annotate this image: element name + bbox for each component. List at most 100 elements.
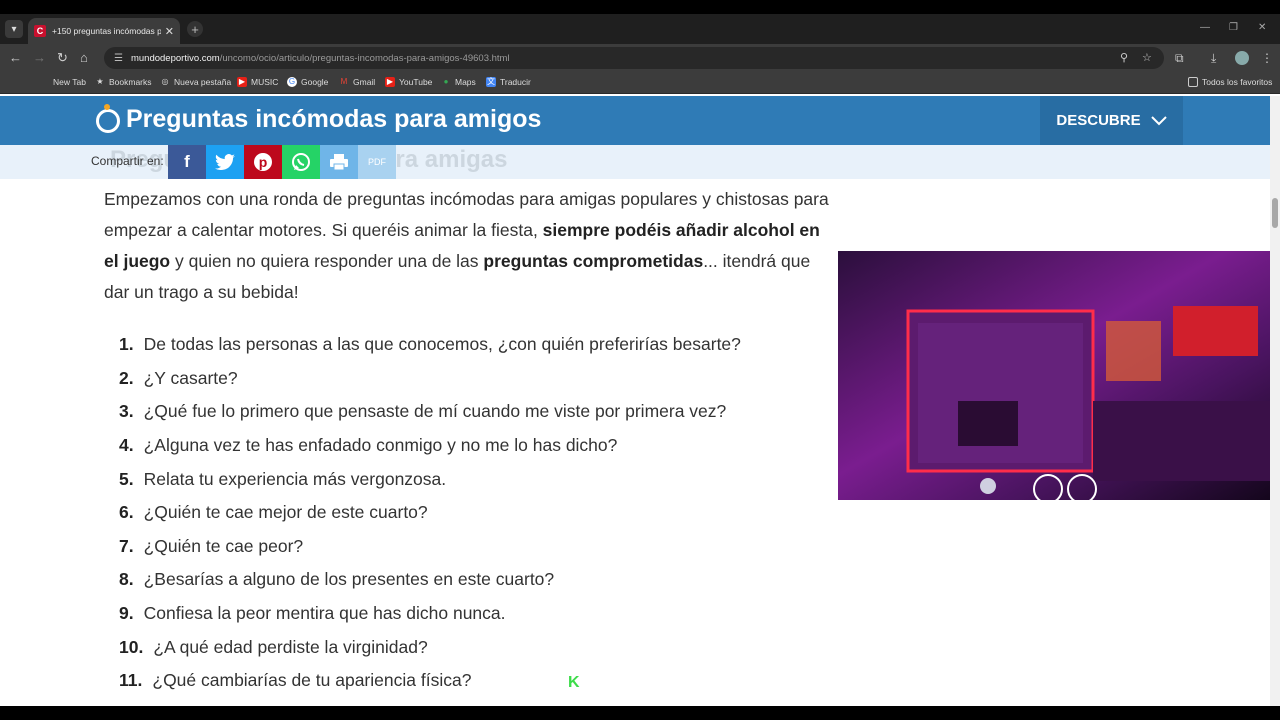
zoom-icon[interactable]: ⚲ — [1120, 51, 1128, 64]
window-close-icon[interactable]: ✕ — [1258, 22, 1266, 33]
question-item: 10. ¿A qué edad perdiste la virginidad? — [119, 630, 819, 664]
question-text: ¿A qué edad perdiste la virginidad? — [153, 636, 428, 657]
question-text: ¿Qué fue lo primero que pensaste de mí c… — [143, 401, 727, 422]
menu-icon[interactable]: ⋮ — [1261, 51, 1273, 65]
bookmarks-bar: New Tab ★ Bookmarks ◎ Nueva pestaña ▶ MUSIC… — [0, 72, 1280, 94]
site-logo-icon[interactable] — [96, 109, 120, 133]
maximize-icon[interactable]: ❐ — [1229, 22, 1238, 33]
youtube-icon: ▶ — [385, 77, 395, 87]
reload-icon[interactable]: ↻ — [57, 50, 68, 66]
question-number: 1. — [119, 334, 134, 355]
pdf-share-button[interactable]: PDF — [358, 145, 396, 179]
logo-dot — [104, 104, 110, 110]
tab-list-icon[interactable]: ▾ — [5, 20, 23, 38]
tab-title: +150 preguntas incómodas para — [52, 26, 161, 36]
site-header: Preguntas incómodas para amigos DESCUBRE — [0, 96, 1270, 145]
back-icon[interactable]: ← — [9, 50, 22, 66]
star-icon[interactable]: ☆ — [1142, 51, 1152, 64]
question-number: 10. — [119, 636, 144, 657]
twitter-share-button[interactable] — [206, 145, 244, 179]
bookmark-label: Traducir — [500, 77, 531, 87]
question-text: Confiesa la peor mentira que has dicho n… — [143, 603, 506, 624]
descubre-label: DESCUBRE — [1056, 112, 1141, 129]
bookmark-google[interactable]: G Google — [287, 77, 328, 87]
question-text: Relata tu experiencia más vergonzosa. — [143, 468, 447, 489]
close-icon[interactable]: ✕ — [165, 25, 174, 38]
bookmark-gmail[interactable]: M Gmail — [339, 77, 376, 87]
question-number: 2. — [119, 367, 134, 388]
question-item: 1. De todas las personas a las que conoce… — [119, 328, 819, 362]
youtube-icon: ▶ — [237, 77, 247, 87]
home-icon[interactable]: ⌂ — [80, 50, 88, 66]
question-text: ¿Quién te cae peor? — [143, 535, 304, 556]
question-item: 11. ¿Qué cambiarías de tu apariencia físi… — [119, 664, 819, 698]
question-list: 1. De todas las personas a las que conoce… — [119, 328, 819, 698]
question-number: 8. — [119, 569, 134, 590]
question-text: De todas las personas a las que conocemo… — [143, 334, 741, 355]
print-share-button[interactable] — [320, 145, 358, 179]
scrollbar-thumb[interactable] — [1272, 198, 1278, 228]
whatsapp-share-button[interactable] — [282, 145, 320, 179]
question-number: 4. — [119, 435, 134, 456]
extensions-icon[interactable]: ⧉ — [1175, 51, 1184, 66]
question-text: ¿Y casarte? — [143, 367, 238, 388]
bookmark-label: Maps — [455, 77, 476, 87]
new-tab-button[interactable]: + — [187, 21, 203, 37]
intro-text: y quien no quiera responder una de las — [170, 251, 484, 271]
question-item: 9. Confiesa la peor mentira que has dicho… — [119, 597, 819, 631]
watermark-logo: K — [568, 674, 580, 691]
article-intro: Empezamos con una ronda de preguntas inc… — [104, 184, 834, 308]
header-title: Preguntas incómodas para amigos — [126, 105, 542, 133]
question-item: 3. ¿Qué fue lo primero que pensaste de mí… — [119, 395, 819, 429]
twitter-icon — [215, 154, 235, 170]
question-text: ¿Alguna vez te has enfadado conmigo y no… — [143, 435, 618, 456]
bookmark-traducir[interactable]: 文 Traducir — [486, 77, 531, 87]
bookmark-music[interactable]: ▶ MUSIC — [237, 77, 278, 87]
descubre-menu-button[interactable]: DESCUBRE — [1040, 96, 1183, 145]
bookmark-label: Gmail — [353, 77, 376, 87]
question-item: 4. ¿Alguna vez te has enfadado conmigo y … — [119, 429, 819, 463]
question-item: 6. ¿Quién te cae mejor de este cuarto? — [119, 496, 819, 530]
browser-tab[interactable]: C +150 preguntas incómodas para ✕ — [28, 18, 180, 44]
question-item: 2. ¿Y casarte? — [119, 362, 819, 396]
site-info-icon[interactable]: ☰ — [114, 53, 123, 64]
bookmark-label: YouTube — [399, 77, 433, 87]
question-item: 7. ¿Quién te cae peor? — [119, 530, 819, 564]
star-icon: ★ — [96, 77, 104, 86]
folder-icon — [1188, 77, 1198, 87]
pinterest-share-button[interactable]: p — [244, 145, 282, 179]
question-number: 5. — [119, 468, 134, 489]
gmail-icon: M — [340, 77, 348, 86]
page-scrollbar[interactable] — [1270, 96, 1280, 706]
bookmark-bookmarks[interactable]: ★ Bookmarks — [95, 77, 151, 87]
bookmark-label: MUSIC — [251, 77, 279, 87]
download-icon[interactable]: ⤓ — [1211, 51, 1216, 66]
share-label: Compartir en: — [91, 154, 164, 168]
translate-icon: 文 — [486, 77, 496, 87]
bookmark-maps[interactable]: ● Maps — [441, 77, 476, 87]
url-host: mundodeportivo.com — [130, 52, 220, 64]
chevron-down-icon — [1150, 115, 1167, 125]
bookmark-label: New Tab — [53, 77, 86, 87]
forward-icon[interactable]: → — [33, 50, 46, 66]
page-content: Preguntas incómodas para amigos DESCUBRE… — [0, 96, 1270, 706]
bookmark-nueva-pestana[interactable]: ◎ Nueva pestaña — [160, 77, 232, 87]
google-icon: G — [287, 77, 297, 87]
map-pin-icon: ● — [443, 77, 449, 86]
browser-window: ▾ C +150 preguntas incómodas para ✕ + — … — [0, 14, 1280, 706]
minimize-icon[interactable]: — — [1200, 22, 1210, 33]
video-player[interactable] — [838, 251, 1270, 500]
profile-avatar[interactable] — [1235, 51, 1249, 65]
url-path: /uncomo/ocio/articulo/preguntas-incomoda… — [219, 52, 510, 64]
pinterest-icon: p — [254, 153, 272, 171]
question-number: 9. — [119, 603, 134, 624]
bookmark-all-favorites[interactable]: Todos los favoritos — [1188, 77, 1272, 87]
site-favicon-icon: C — [34, 25, 46, 37]
address-bar[interactable]: ☰ mundodeportivo.com/uncomo/ocio/articul… — [104, 47, 1164, 69]
bookmark-label: Nueva pestaña — [174, 77, 232, 87]
browser-toolbar: ← → ↻ ⌂ ☰ mundodeportivo.com/uncomo/ocio… — [0, 44, 1280, 72]
bookmark-new-tab[interactable]: New Tab — [53, 77, 86, 87]
question-item: 5. Relata tu experiencia más vergonzosa. — [119, 462, 819, 496]
bookmark-youtube[interactable]: ▶ YouTube — [385, 77, 432, 87]
facebook-share-button[interactable]: f — [168, 145, 206, 179]
